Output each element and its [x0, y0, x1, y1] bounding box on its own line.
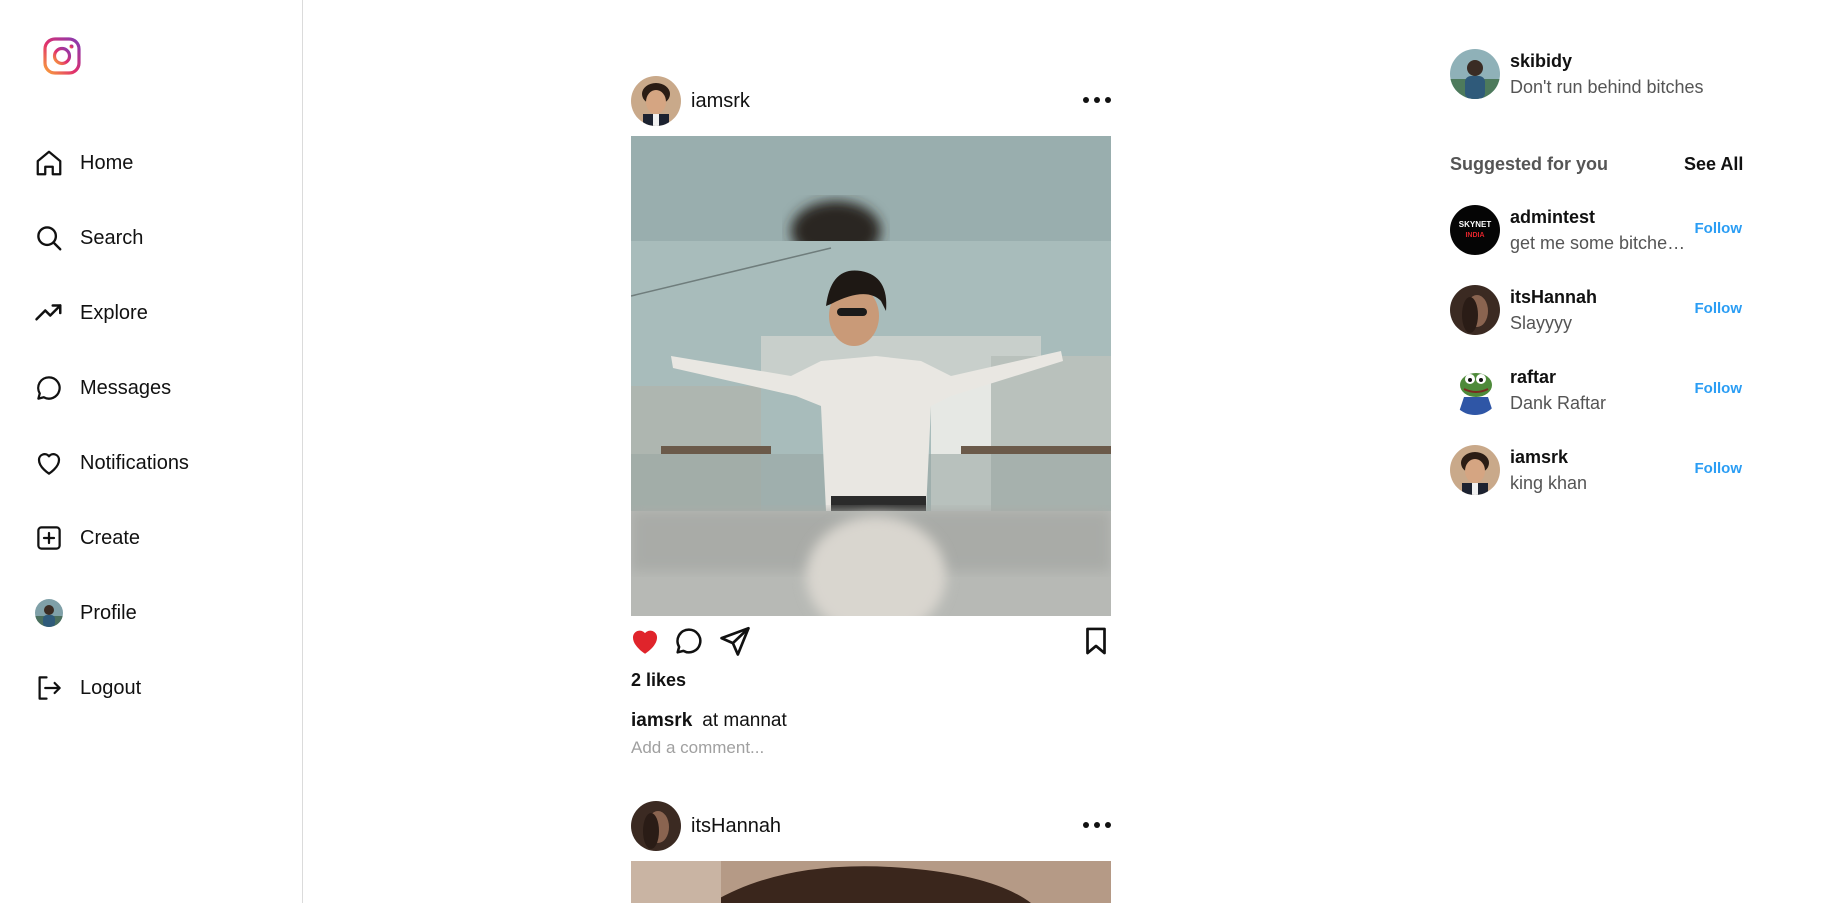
bookmark-icon[interactable]: [1079, 624, 1113, 658]
profile-avatar: [34, 598, 64, 628]
sidebar-item-label: Create: [80, 526, 141, 549]
post-username[interactable]: iamsrk: [691, 90, 750, 113]
instagram-logo-icon[interactable]: [42, 36, 82, 76]
suggestion-bio: Slayyyy: [1510, 313, 1573, 333]
sidebar-item-label: Profile: [80, 601, 137, 624]
trending-icon: [34, 298, 64, 328]
sidebar-item-search[interactable]: Search: [34, 218, 143, 258]
post-image[interactable]: [631, 861, 1111, 903]
avatar[interactable]: [1450, 365, 1500, 415]
sidebar-item-explore[interactable]: Explore: [34, 293, 148, 333]
suggestion-username[interactable]: raftar: [1510, 364, 1606, 390]
sidebar-item-logout[interactable]: Logout: [34, 668, 141, 708]
suggested-for-you-label: Suggested for you: [1450, 154, 1609, 174]
post-header: iamsrk: [631, 76, 1111, 126]
caption-text: at mannat: [702, 710, 787, 731]
sidebar-item-profile[interactable]: Profile: [34, 593, 137, 633]
sidebar-item-label: Explore: [80, 301, 148, 324]
avatar[interactable]: [1450, 445, 1500, 495]
suggestion-username[interactable]: iamsrk: [1510, 444, 1587, 470]
svg-text:SKYNET: SKYNET: [1459, 220, 1492, 229]
suggestion-row: SKYNET INDIA admintest get me some bitche…: [1450, 204, 1742, 256]
sidebar-item-messages[interactable]: Messages: [34, 368, 171, 408]
sidebar-item-label: Home: [80, 151, 134, 174]
follow-button[interactable]: Follow: [1695, 380, 1743, 397]
share-send-icon[interactable]: [718, 624, 752, 658]
sidebar-item-label: Messages: [80, 376, 172, 399]
suggestion-row: itsHannah Slayyyy Follow: [1450, 284, 1742, 336]
sidebar: Home Search Explore Messages Notificatio…: [0, 0, 303, 903]
logout-icon: [34, 673, 64, 703]
svg-text:INDIA: INDIA: [1465, 232, 1484, 239]
follow-button[interactable]: Follow: [1695, 460, 1743, 477]
current-username[interactable]: skibidy: [1510, 48, 1704, 74]
suggestion-username[interactable]: admintest: [1510, 204, 1692, 230]
suggestion-username[interactable]: itsHannah: [1510, 284, 1597, 310]
post-image[interactable]: [631, 136, 1111, 616]
suggestion-bio: Dank Raftar: [1510, 393, 1607, 413]
message-circle-icon: [34, 373, 64, 403]
sidebar-item-label: Search: [80, 226, 144, 249]
suggestion-row: raftar Dank Raftar Follow: [1450, 364, 1742, 416]
more-options-icon[interactable]: [1083, 90, 1111, 110]
more-options-icon[interactable]: [1083, 815, 1111, 835]
avatar[interactable]: SKYNET INDIA: [1450, 205, 1500, 255]
search-icon: [34, 223, 64, 253]
plus-square-icon: [34, 523, 64, 553]
see-all-link[interactable]: See All: [1684, 154, 1743, 175]
follow-button[interactable]: Follow: [1695, 300, 1743, 317]
like-heart-icon[interactable]: [628, 624, 662, 658]
current-user-bio: Don't run behind bitches: [1510, 77, 1704, 97]
avatar[interactable]: [631, 76, 681, 126]
follow-button[interactable]: Follow: [1695, 220, 1743, 237]
suggestion-row: iamsrk king khan Follow: [1450, 444, 1742, 496]
avatar[interactable]: [631, 801, 681, 851]
post-header: itsHannah: [631, 801, 1111, 851]
avatar[interactable]: [1450, 285, 1500, 335]
caption-username[interactable]: iamsrk: [631, 710, 692, 731]
comment-input[interactable]: [631, 738, 1111, 758]
heart-icon: [34, 448, 64, 478]
comment-icon[interactable]: [673, 625, 707, 659]
sidebar-item-create[interactable]: Create: [34, 518, 140, 558]
likes-count[interactable]: 2 likes: [631, 670, 686, 691]
suggestion-bio: king khan: [1510, 473, 1588, 493]
post-caption: iamsrk at mannat: [631, 710, 787, 732]
home-icon: [34, 148, 64, 178]
sidebar-item-home[interactable]: Home: [34, 143, 133, 183]
sidebar-item-notifications[interactable]: Notifications: [34, 443, 189, 483]
avatar[interactable]: [1450, 49, 1500, 99]
current-user-row: skibidy Don't run behind bitches: [1450, 48, 1742, 100]
suggestion-bio: get me some bitches ....: [1510, 233, 1692, 253]
sidebar-item-label: Notifications: [80, 451, 189, 474]
post-username[interactable]: itsHannah: [691, 815, 781, 838]
sidebar-item-label: Logout: [80, 676, 142, 699]
